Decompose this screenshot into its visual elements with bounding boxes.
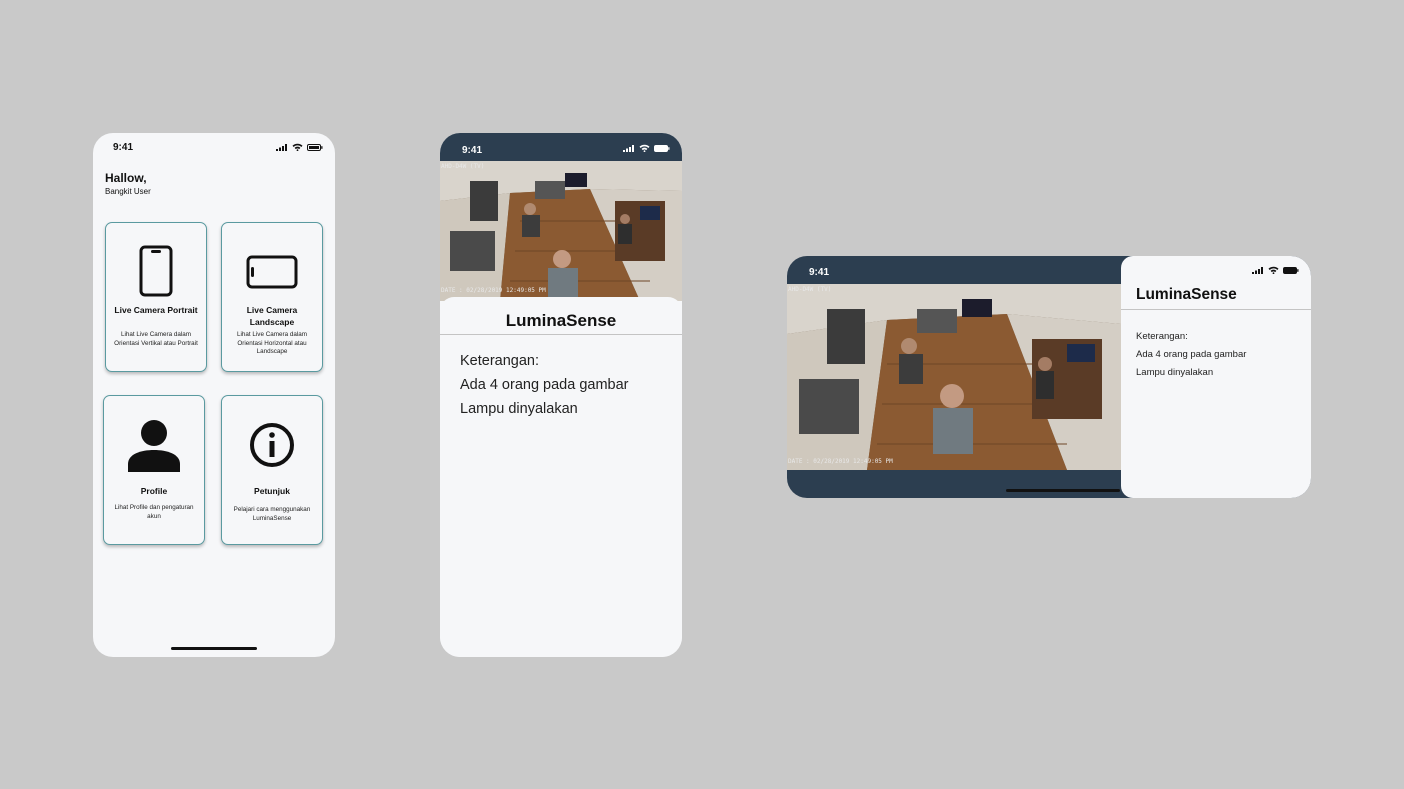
card-title: Profile <box>140 486 168 496</box>
profile-card[interactable]: Profile Lihat Profile dan pengaturan aku… <box>103 395 205 545</box>
divider <box>1121 309 1311 310</box>
battery-icon <box>1283 266 1299 274</box>
card-title: Petunjuk <box>254 486 290 496</box>
info-lamp-status: Lampu dinyalakan <box>1136 367 1214 378</box>
live-camera-landscape-card[interactable]: Live Camera Landscape Lihat Live Camera … <box>221 222 323 372</box>
card-description: Lihat Live Camera dalam Orientasi Horizo… <box>236 331 307 355</box>
wifi-icon <box>639 144 650 152</box>
camera-channel-label: AHD-D4W (TV) <box>788 286 832 293</box>
live-camera-feed: AHD-D4W (TV) DATE : 02/28/2019 12:49:05 … <box>440 161 682 301</box>
info-panel: LuminaSense Keterangan: Ada 4 orang pada… <box>1121 256 1311 498</box>
petunjuk-card[interactable]: Petunjuk Pelajari cara menggunakan Lumin… <box>221 395 323 545</box>
home-indicator[interactable] <box>171 647 257 650</box>
app-brand: LuminaSense <box>1136 286 1237 303</box>
wifi-icon <box>1268 266 1279 274</box>
info-people-count: Ada 4 orang pada gambar <box>1136 349 1247 360</box>
divider <box>440 334 682 335</box>
home-screen: 9:41 Hallow, Bangkit User Live Camera Po… <box>93 133 335 657</box>
camera-date-label: DATE : 02/28/2019 12:49:05 PM <box>441 287 546 294</box>
status-icons <box>623 144 670 152</box>
phone-portrait-icon <box>139 245 173 297</box>
status-time: 9:41 <box>113 142 134 153</box>
live-camera-portrait-card[interactable]: Live Camera Portrait Lihat Live Camera d… <box>105 222 207 372</box>
app-brand: LuminaSense <box>505 311 617 330</box>
phone-landscape-icon <box>246 255 298 289</box>
battery-icon <box>654 144 670 152</box>
card-description: Pelajari cara menggunakan LuminaSense <box>233 506 311 522</box>
info-label: Keterangan: <box>460 353 540 369</box>
home-indicator[interactable] <box>1006 489 1120 492</box>
info-label: Keterangan: <box>1136 331 1188 342</box>
battery-icon <box>307 143 323 151</box>
signal-icon <box>1252 266 1263 274</box>
live-camera-portrait-screen: 9:41 AHD-D4W (TV) DATE: 02/28/2019 12:4… <box>440 133 682 657</box>
status-time: 9:41 <box>462 145 483 156</box>
info-text: Keterangan: Ada 4 orang pada gambar Lamp… <box>1136 328 1246 382</box>
signal-icon <box>276 143 287 151</box>
camera-channel-label: AHD-D4W (TV) <box>441 163 485 170</box>
greeting-username: Bangkit User <box>105 187 151 196</box>
info-lamp-status: Lampu dinyalakan <box>460 401 578 417</box>
info-text: Keterangan: Ada 4 orang pada gambar Lamp… <box>460 349 629 421</box>
status-time: 9:41 <box>809 267 830 278</box>
camera-date-label: DATE : 02/28/2019 12:49:05 PM <box>788 458 893 465</box>
live-camera-landscape-screen: 9:41 AHD-D4W (TV) DATE : 02/28/2019 12:4… <box>787 256 1311 498</box>
status-icons <box>276 143 323 151</box>
signal-icon <box>623 144 634 152</box>
info-sheet: LuminaSense Keterangan: Ada 4 orang pada… <box>440 297 682 657</box>
greeting-title: Hallow, <box>105 171 147 185</box>
info-people-count: Ada 4 orang pada gambar <box>460 377 629 393</box>
live-camera-feed: AHD-D4W (TV) DATE : 02/28/2019 12:49:05 … <box>787 284 1121 470</box>
status-icons <box>1252 266 1299 274</box>
person-icon <box>128 420 180 472</box>
wifi-icon <box>292 143 303 151</box>
card-description: Lihat Live Camera dalam Orientasi Vertik… <box>114 331 198 347</box>
card-title: Live Camera Portrait <box>114 305 198 315</box>
card-description: Lihat Profile dan pengaturan akun <box>114 504 194 520</box>
card-title: Live Camera Landscape <box>246 305 298 327</box>
info-icon <box>250 423 294 467</box>
